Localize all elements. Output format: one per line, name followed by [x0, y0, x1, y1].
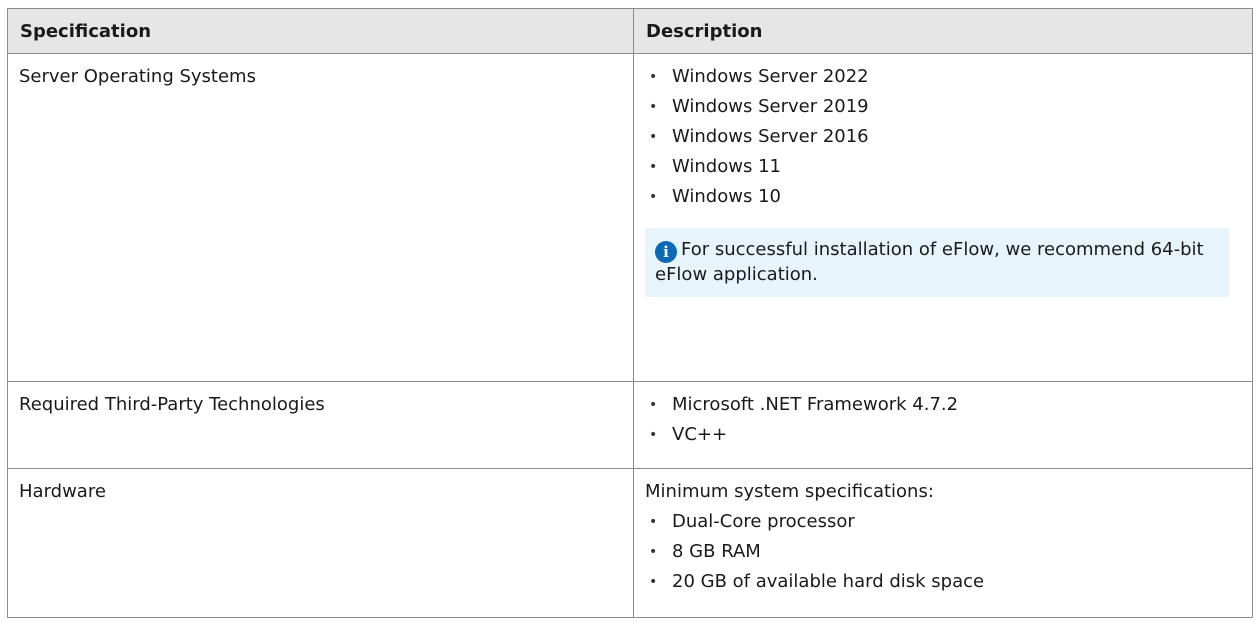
list-item: • 20 GB of available hard disk space: [645, 571, 1241, 593]
bullet-icon: •: [649, 427, 658, 443]
list-item-text: Windows Server 2019: [672, 96, 869, 117]
description-cell-third-party: • Microsoft .NET Framework 4.7.2 • VC++: [633, 381, 1253, 469]
list-item-text: Windows 11: [672, 156, 781, 177]
os-list: • Windows Server 2022 • Windows Server 201…: [645, 66, 1241, 208]
list-item-text: 20 GB of available hard disk space: [672, 571, 985, 592]
spec-cell-os: Server Operating Systems: [7, 53, 634, 382]
header-description: Description: [633, 8, 1253, 54]
table-row: Hardware Minimum system specifications: …: [7, 468, 1253, 618]
list-item: • Windows Server 2022: [645, 66, 1241, 88]
third-party-list: • Microsoft .NET Framework 4.7.2 • VC++: [645, 394, 1241, 446]
list-item: • Windows Server 2019: [645, 96, 1241, 118]
table-header-row: Specification Description: [7, 8, 1253, 54]
bullet-icon: •: [649, 544, 658, 560]
hardware-intro: Minimum system specifications:: [645, 481, 934, 502]
bullet-icon: •: [649, 574, 658, 590]
list-item-text: 8 GB RAM: [672, 541, 761, 562]
info-note: i For successful installation of eFlow, w…: [645, 228, 1229, 297]
bullet-icon: •: [649, 99, 658, 115]
bullet-icon: •: [649, 129, 658, 145]
info-icon: i: [655, 241, 677, 263]
list-item: • Windows Server 2016: [645, 126, 1241, 148]
hardware-list: • Dual-Core processor • 8 GB RAM • 20 GB of…: [645, 511, 1241, 593]
spec-cell-hardware: Hardware: [7, 468, 634, 618]
list-item-text: Microsoft .NET Framework 4.7.2: [672, 394, 959, 415]
list-item: • VC++: [645, 424, 1241, 446]
description-cell-os: • Windows Server 2022 • Windows Server 201…: [633, 53, 1253, 382]
bullet-icon: •: [649, 159, 658, 175]
list-item: • 8 GB RAM: [645, 541, 1241, 563]
list-item-text: Windows Server 2016: [672, 126, 869, 147]
list-item: • Windows 11: [645, 156, 1241, 178]
bullet-icon: •: [649, 514, 658, 530]
list-item: • Windows 10: [645, 186, 1241, 208]
bullet-icon: •: [649, 189, 658, 205]
description-cell-hardware: Minimum system specifications: • Dual-Cor…: [633, 468, 1253, 618]
info-note-text: For successful installation of eFlow, we…: [655, 239, 1204, 285]
list-item: • Microsoft .NET Framework 4.7.2: [645, 394, 1241, 416]
list-item: • Dual-Core processor: [645, 511, 1241, 533]
bullet-icon: •: [649, 397, 658, 413]
requirements-table: Specification Description Server Operati…: [7, 8, 1253, 618]
bullet-icon: •: [649, 69, 658, 85]
table-row: Required Third-Party Technologies • Micro…: [7, 381, 1253, 469]
list-item-text: Dual-Core processor: [672, 511, 855, 532]
table-row: Server Operating Systems • Windows Server…: [7, 53, 1253, 382]
header-specification: Specification: [7, 8, 634, 54]
spec-cell-third-party: Required Third-Party Technologies: [7, 381, 634, 469]
list-item-text: Windows 10: [672, 186, 781, 207]
list-item-text: VC++: [672, 424, 728, 445]
list-item-text: Windows Server 2022: [672, 66, 869, 87]
